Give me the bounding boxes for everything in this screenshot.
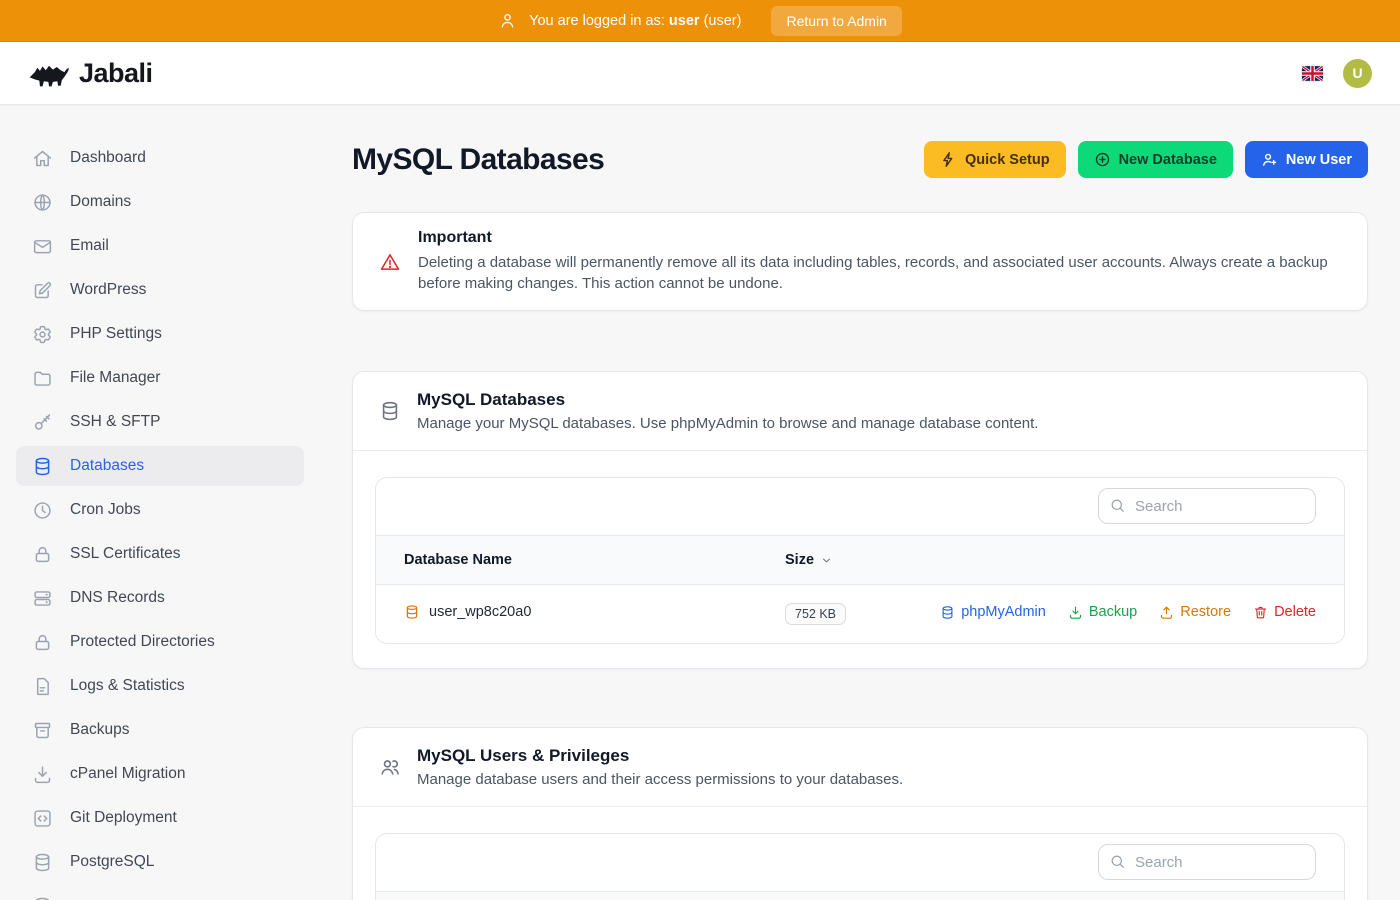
home-icon (32, 148, 53, 169)
key-icon (32, 412, 53, 433)
database-row: user_wp8c20a0 752 KB phpMyAdmin (376, 585, 1344, 644)
database-name-cell: user_wp8c20a0 (404, 604, 531, 620)
backup-link[interactable]: Backup (1068, 604, 1137, 620)
brand-name: Jabali (79, 58, 153, 89)
database-icon (940, 605, 955, 620)
upload-icon (1159, 605, 1174, 620)
sidebar-item-file-manager[interactable]: File Manager (16, 358, 304, 398)
users-table: User Database Privileges (376, 891, 1344, 900)
important-notice: Important Deleting a database will perma… (352, 212, 1368, 311)
database-size-badge: 752 KB (785, 603, 846, 625)
app-header: Jabali U (0, 42, 1400, 105)
sidebar-item-partial[interactable] (16, 886, 304, 900)
sidebar-item-domains[interactable]: Domains (16, 182, 304, 222)
sidebar-item-dns-records[interactable]: DNS Records (16, 578, 304, 618)
return-to-admin-button[interactable]: Return to Admin (771, 6, 901, 36)
notice-body: Deleting a database will permanently rem… (418, 253, 1341, 294)
databases-search-input[interactable] (1098, 488, 1316, 524)
folder-icon (32, 368, 53, 389)
main-content: MySQL Databases Quick Setup New Database… (320, 105, 1400, 900)
document-icon (32, 676, 53, 697)
new-database-button[interactable]: New Database (1078, 141, 1233, 178)
plus-circle-icon (1094, 151, 1111, 168)
lock-icon (32, 632, 53, 653)
download-icon (32, 764, 53, 785)
quick-setup-button[interactable]: Quick Setup (924, 141, 1066, 178)
sidebar-item-protected-directories[interactable]: Protected Directories (16, 622, 304, 662)
pencil-square-icon (32, 280, 53, 301)
logged-in-username: user (669, 13, 700, 29)
users-search-input[interactable] (1098, 844, 1316, 880)
globe-icon (32, 192, 53, 213)
databases-section-description: Manage your MySQL databases. Use phpMyAd… (417, 415, 1038, 432)
notice-title: Important (418, 229, 1341, 247)
column-header-user: User (376, 892, 706, 900)
sidebar-item-ssl-certificates[interactable]: SSL Certificates (16, 534, 304, 574)
archive-box-icon (32, 720, 53, 741)
admin-session-bar: You are logged in as: user (user) Return… (0, 0, 1400, 42)
sidebar-item-databases[interactable]: Databases (16, 446, 304, 486)
sidebar-item-php-settings[interactable]: PHP Settings (16, 314, 304, 354)
user-plus-icon (1261, 151, 1278, 168)
database-icon (404, 604, 420, 620)
sidebar-item-wordpress[interactable]: WordPress (16, 270, 304, 310)
users-section: MySQL Users & Privileges Manage database… (352, 727, 1368, 900)
databases-table: Database Name Size (376, 535, 1344, 643)
sidebar-item-logs-statistics[interactable]: Logs & Statistics (16, 666, 304, 706)
gear-icon (32, 324, 53, 345)
page-title: MySQL Databases (352, 143, 604, 177)
new-user-button[interactable]: New User (1245, 141, 1368, 178)
person-icon (498, 11, 517, 30)
users-icon (379, 756, 401, 778)
database-icon (379, 400, 401, 422)
download-icon (1068, 605, 1083, 620)
database-icon (32, 852, 53, 873)
column-header-size-sort[interactable]: Size (785, 552, 833, 568)
sidebar-item-cron-jobs[interactable]: Cron Jobs (16, 490, 304, 530)
uk-flag-language-icon[interactable] (1302, 66, 1323, 81)
divider (353, 806, 1367, 807)
trash-icon (1253, 605, 1268, 620)
sidebar-item-git-deployment[interactable]: Git Deployment (16, 798, 304, 838)
brand-logo[interactable]: Jabali (28, 58, 153, 89)
column-header-database-name: Database Name (376, 536, 785, 585)
users-section-description: Manage database users and their access p… (417, 771, 903, 788)
logged-in-role: (user) (704, 13, 742, 29)
warning-triangle-icon (379, 251, 401, 273)
database-icon (32, 896, 53, 900)
column-header-database-privileges: Database Privileges (706, 892, 1344, 900)
sidebar-item-dashboard[interactable]: Dashboard (16, 138, 304, 178)
lightning-icon (940, 151, 957, 168)
sidebar-item-cpanel-migration[interactable]: cPanel Migration (16, 754, 304, 794)
databases-section: MySQL Databases Manage your MySQL databa… (352, 371, 1368, 669)
boar-logo-icon (28, 58, 70, 89)
sidebar-item-backups[interactable]: Backups (16, 710, 304, 750)
users-section-title: MySQL Users & Privileges (417, 746, 903, 766)
sidebar-item-ssh-sftp[interactable]: SSH & SFTP (16, 402, 304, 442)
code-brackets-icon (32, 808, 53, 829)
lock-icon (32, 544, 53, 565)
databases-section-title: MySQL Databases (417, 390, 1038, 410)
delete-link[interactable]: Delete (1253, 604, 1316, 620)
chevron-down-icon (820, 554, 833, 567)
mail-icon (32, 236, 53, 257)
logged-in-text: You are logged in as: user (user) (529, 13, 741, 29)
sidebar-item-email[interactable]: Email (16, 226, 304, 266)
clock-icon (32, 500, 53, 521)
restore-link[interactable]: Restore (1159, 604, 1231, 620)
database-icon (32, 456, 53, 477)
divider (353, 450, 1367, 451)
sidebar-item-postgresql[interactable]: PostgreSQL (16, 842, 304, 882)
phpmyadmin-link[interactable]: phpMyAdmin (940, 604, 1046, 620)
sidebar-nav: Dashboard Domains Email WordPress PHP Se… (0, 105, 320, 900)
server-icon (32, 588, 53, 609)
user-avatar[interactable]: U (1343, 59, 1372, 88)
